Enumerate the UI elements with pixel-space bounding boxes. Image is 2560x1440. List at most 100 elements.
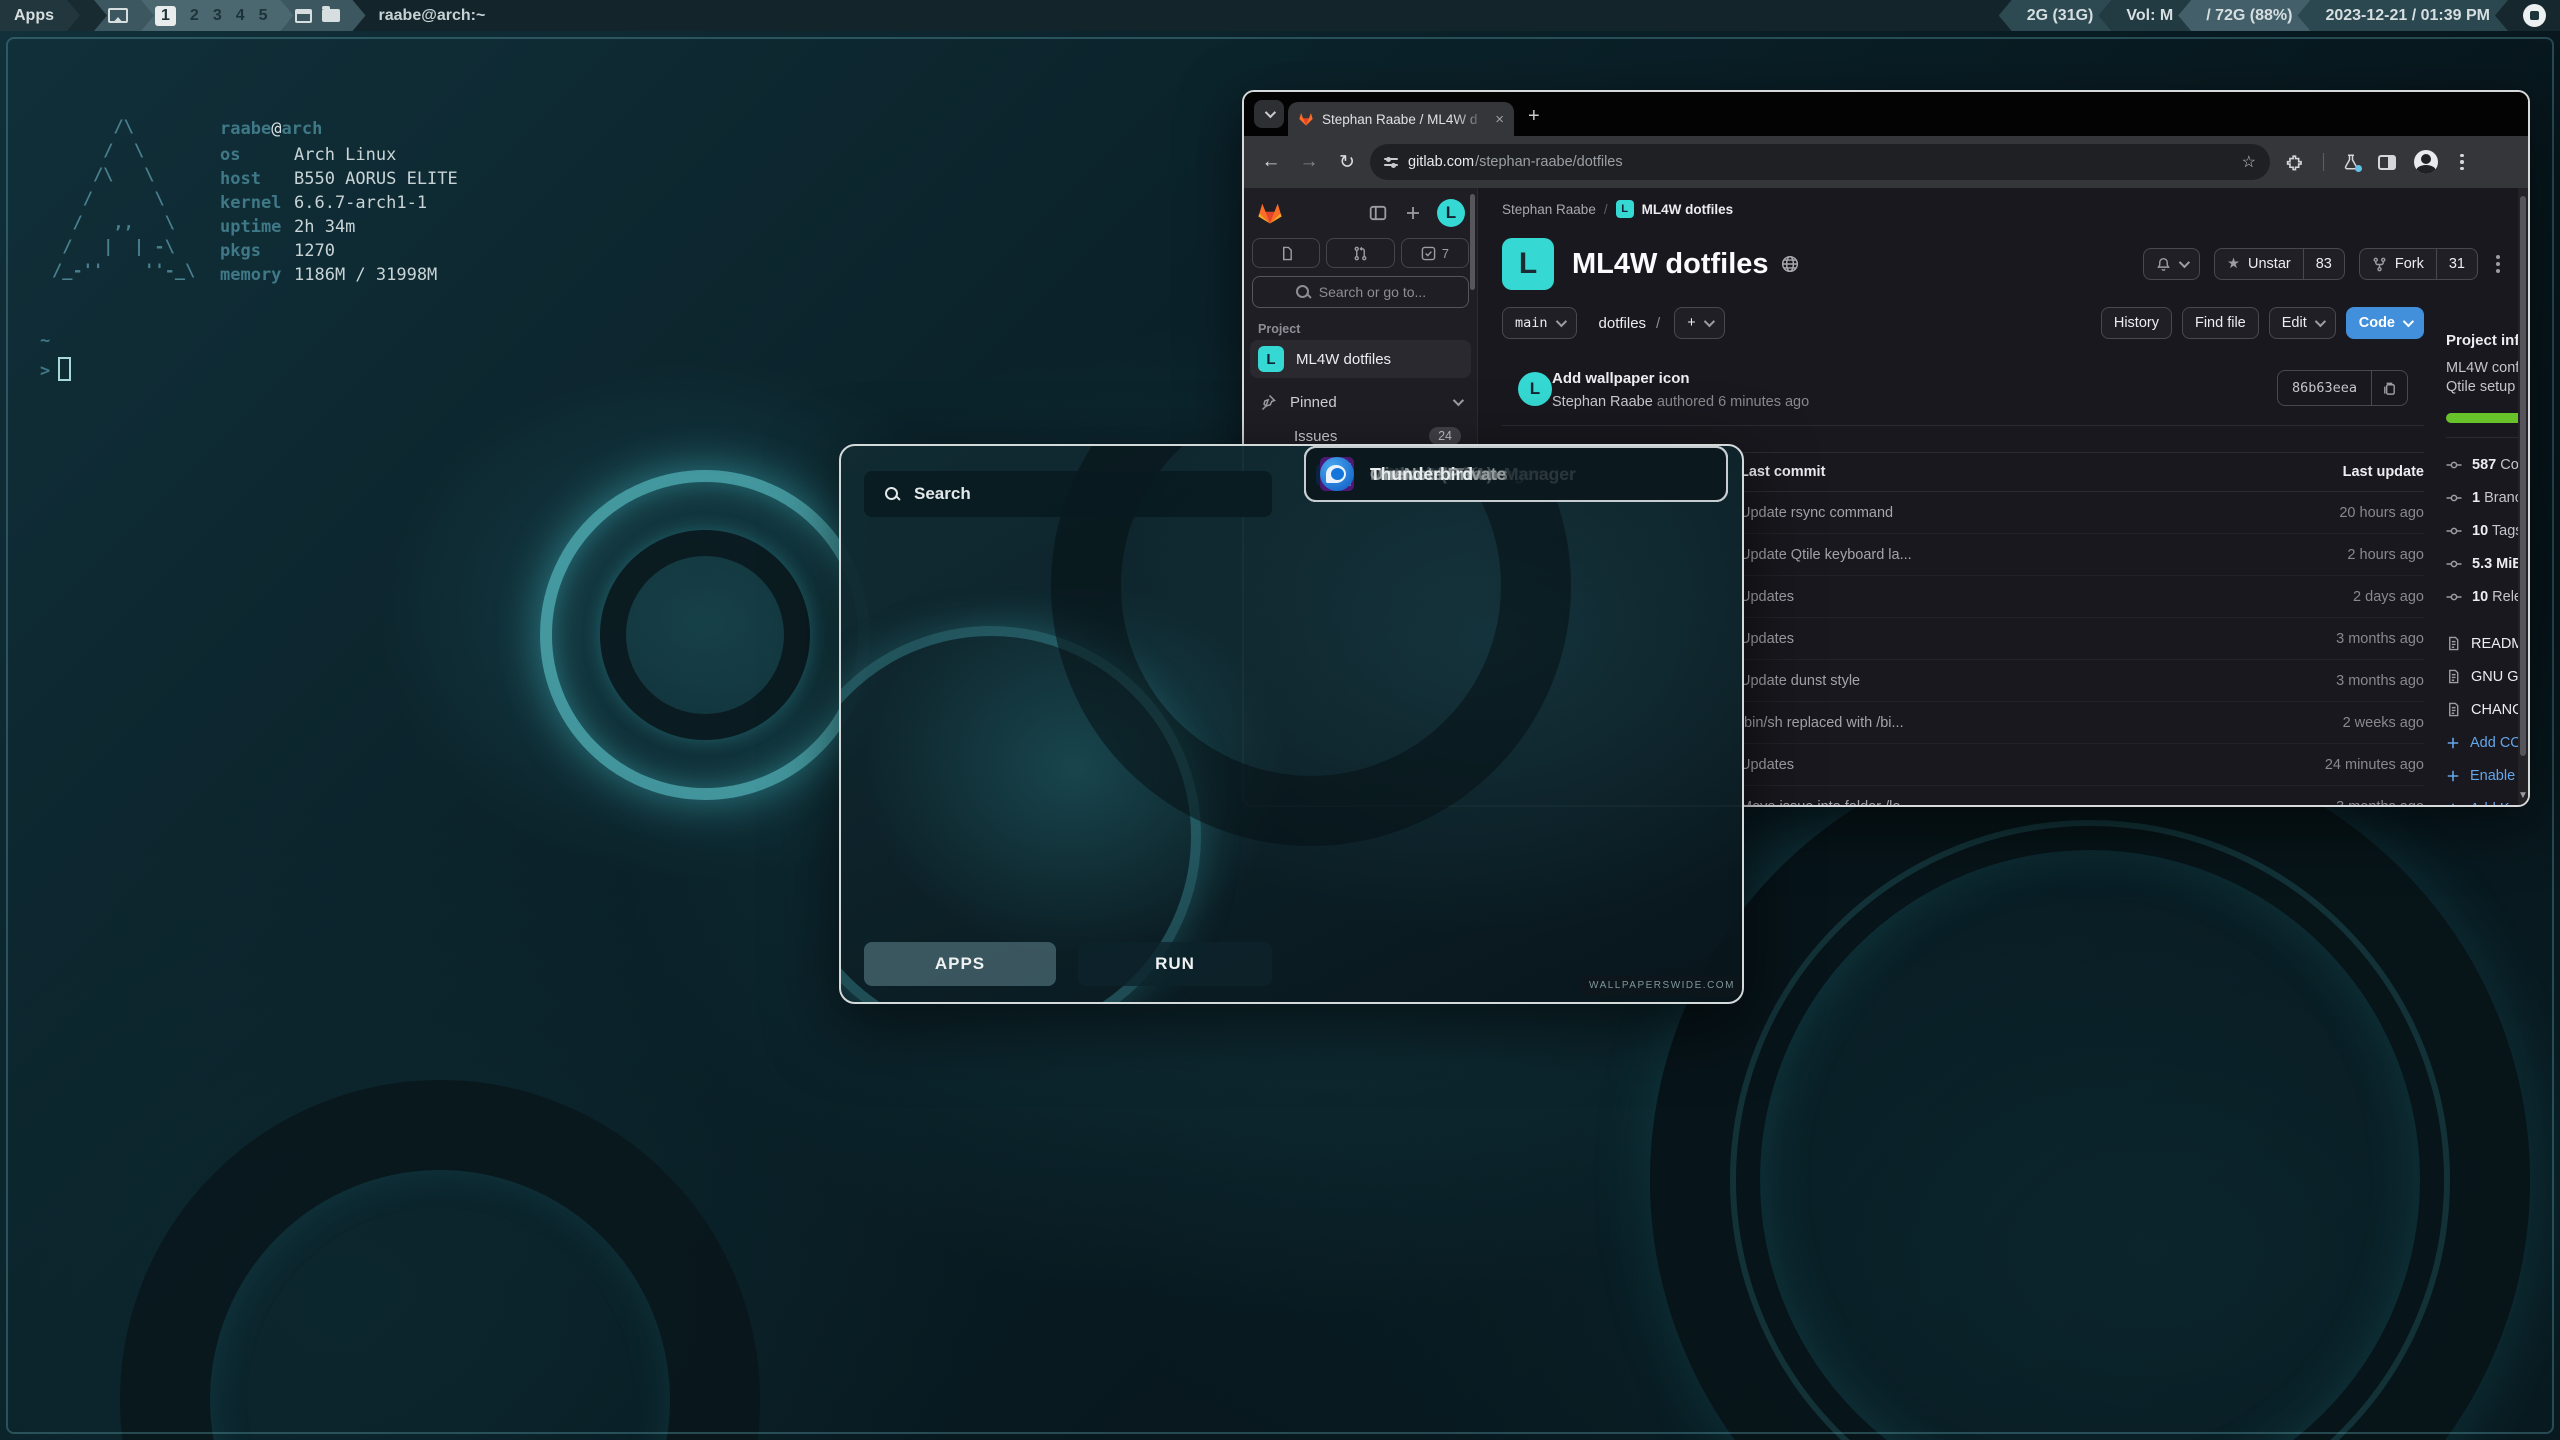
scrollbar-down-arrow[interactable]: ▼ (2518, 790, 2528, 801)
launcher-tab-run[interactable]: RUN (1078, 942, 1272, 986)
workspace-3[interactable]: 3 (213, 7, 222, 25)
workspace-2[interactable]: 2 (190, 7, 199, 25)
fetch-row: os Arch Linux (220, 143, 458, 167)
row-commit-message[interactable]: Update dunst style (1740, 673, 2274, 689)
collapse-sidebar-icon[interactable] (1369, 204, 1387, 222)
last-commit-bar: L Add wallpaper icon Stephan Raabe autho… (1502, 362, 2424, 426)
browser-menu-icon[interactable] (2456, 154, 2468, 171)
project-menu-icon[interactable] (2492, 251, 2504, 277)
launcher-search-placeholder: Search (914, 484, 971, 504)
fetch-row: kernel 6.6.7-arch1-1 (220, 191, 458, 215)
workspace-4[interactable]: 4 (236, 7, 245, 25)
notifications-button[interactable] (2143, 248, 2200, 280)
tab-search-button[interactable] (1254, 100, 1284, 128)
repo-path[interactable]: dotfiles (1599, 315, 1647, 332)
breadcrumb-project-avatar: L (1616, 200, 1634, 218)
storage-icon (2446, 556, 2462, 572)
add-file-button[interactable]: + (1674, 307, 1724, 339)
merge-requests-shortcut-button[interactable] (1326, 238, 1394, 268)
pin-icon (1260, 394, 1276, 410)
issues-shortcut-button[interactable] (1252, 238, 1320, 268)
workspace-switcher: 1 2 3 4 5 (141, 0, 294, 31)
shutdown-icon[interactable] (2523, 4, 2546, 27)
sidebar-item-pinned[interactable]: Pinned (1250, 386, 1471, 418)
extensions-icon[interactable] (2286, 153, 2305, 172)
back-icon[interactable]: ← (1252, 151, 1290, 173)
last-commit-header: Last commit (1740, 464, 2274, 480)
row-commit-message[interactable]: Update rsync command (1740, 505, 2274, 521)
file-manager-icon[interactable] (322, 9, 340, 22)
commit-icon (2446, 457, 2462, 473)
row-commit-message[interactable]: Updates (1740, 631, 2274, 647)
create-new-icon[interactable] (1405, 204, 1421, 222)
code-button[interactable]: Code (2346, 307, 2424, 339)
experiments-beaker-icon[interactable] (2342, 153, 2360, 171)
site-info-icon[interactable] (1384, 156, 1398, 168)
edit-button[interactable]: Edit (2269, 307, 2336, 339)
arch-ascii-logo: /\ / \ /\ \ / \ / ,, \ / | | -\ /_-'' ''… (52, 115, 195, 283)
sidebar-section-label: Project (1258, 322, 1300, 336)
issues-count-badge: 24 (1429, 427, 1461, 445)
fork-count[interactable]: 31 (2436, 249, 2477, 279)
side-panel-icon[interactable] (2378, 155, 2396, 170)
row-last-update: 2 hours ago (2274, 547, 2424, 563)
launcher-item-thunderbird[interactable]: Thunderbird (1304, 446, 1728, 502)
breadcrumb-owner[interactable]: Stephan Raabe (1502, 202, 1596, 217)
copy-sha-button[interactable] (2371, 371, 2407, 405)
browser-tab[interactable]: Stephan Raabe / ML4W d × (1288, 102, 1514, 136)
launcher-tab-apps[interactable]: APPS (864, 942, 1056, 986)
fetch-row: pkgs 1270 (220, 239, 458, 263)
reload-icon[interactable]: ↻ (1328, 151, 1366, 174)
gitlab-logo[interactable] (1256, 199, 1284, 227)
launcher-item-list: Code - OSS Thunar File Manager OBS Studi… (1304, 446, 1728, 1004)
sidebar-item-project[interactable]: L ML4W dotfiles (1250, 340, 1471, 378)
apps-menu-button[interactable]: Apps (0, 0, 80, 31)
image-icon (108, 8, 128, 23)
row-commit-message[interactable]: /bin/sh replaced with /bi... (1740, 715, 2274, 731)
unstar-button[interactable]: ★Unstar (2215, 249, 2303, 279)
page-scrollbar[interactable]: ▼ (2518, 188, 2528, 805)
launcher-search-input[interactable]: Search (864, 471, 1272, 517)
sidebar-scrollbar[interactable] (1470, 194, 1475, 290)
commit-author-avatar[interactable]: L (1518, 372, 1552, 406)
row-commit-message[interactable]: Update Qtile keyboard la... (1740, 547, 2274, 563)
scrollbar-thumb[interactable] (2520, 196, 2526, 756)
row-commit-message[interactable]: Move issue into folder /lo... (1740, 799, 2274, 806)
terminal-launcher-icon[interactable] (295, 9, 312, 23)
network-indicator[interactable]: 2G (31G) (1999, 0, 2112, 31)
fork-button[interactable]: Fork (2360, 249, 2436, 279)
user-avatar[interactable]: L (1437, 199, 1465, 227)
todo-shortcut-button[interactable]: 7 (1401, 238, 1469, 268)
plus-icon (2446, 736, 2460, 750)
find-file-button[interactable]: Find file (2182, 307, 2259, 339)
forward-icon[interactable]: → (1290, 151, 1328, 173)
history-button[interactable]: History (2101, 307, 2172, 339)
chevron-down-icon (1703, 316, 1714, 327)
commit-message[interactable]: Add wallpaper icon (1552, 370, 1690, 387)
breadcrumb: Stephan Raabe / L ML4W dotfiles (1502, 200, 1733, 218)
tab-close-icon[interactable]: × (1495, 111, 1504, 128)
profile-avatar[interactable] (2414, 150, 2438, 174)
disk-indicator[interactable]: / 72G (88%) (2178, 0, 2310, 31)
terminal-cursor[interactable] (58, 357, 71, 381)
breadcrumb-project[interactable]: ML4W dotfiles (1642, 202, 1734, 217)
workspace-5[interactable]: 5 (259, 7, 268, 25)
bookmark-star-icon[interactable]: ☆ (2242, 152, 2256, 172)
row-commit-message[interactable]: Updates (1740, 757, 2274, 773)
project-avatar: L (1258, 346, 1284, 372)
chevron-down-icon (2179, 257, 2190, 268)
url-bar[interactable]: gitlab.com/stephan-raabe/dotfiles ☆ (1370, 144, 2270, 180)
row-last-update: 2 weeks ago (2274, 715, 2424, 731)
row-last-update: 3 months ago (2274, 673, 2424, 689)
volume-indicator[interactable]: Vol: M (2098, 0, 2191, 31)
clock[interactable]: 2023-12-21 / 01:39 PM (2297, 0, 2508, 31)
doc-icon (2446, 636, 2461, 651)
branch-selector[interactable]: main (1502, 307, 1577, 339)
workspace-1[interactable]: 1 (155, 6, 176, 26)
star-split-button[interactable]: ★Unstar 83 (2214, 248, 2345, 280)
fork-split-button[interactable]: Fork 31 (2359, 248, 2478, 280)
new-tab-button[interactable]: + (1528, 106, 1540, 126)
gitlab-search-input[interactable]: Search or go to... (1252, 276, 1469, 308)
row-commit-message[interactable]: Updates (1740, 589, 2274, 605)
star-count[interactable]: 83 (2303, 249, 2344, 279)
